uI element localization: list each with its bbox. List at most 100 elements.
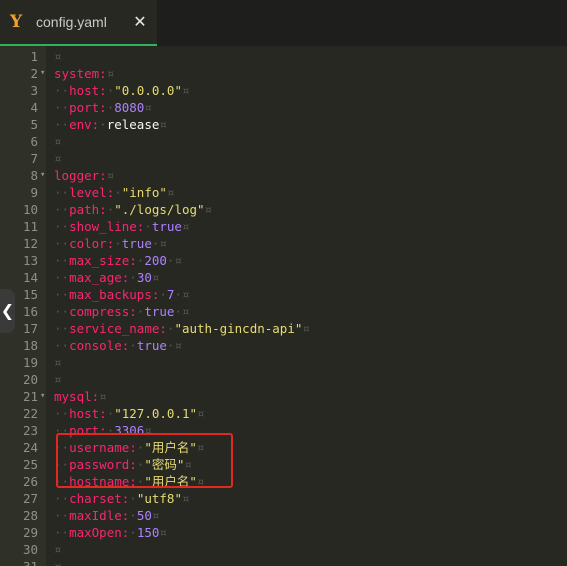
line-number: 11 — [22, 219, 38, 234]
code-token-ws: ·· — [54, 491, 70, 506]
code-line[interactable]: 30 ¤ — [0, 541, 567, 558]
line-end-marker: ¤ — [159, 236, 167, 251]
code-token-str: "127.0.0.1" — [114, 406, 198, 421]
line-end-marker: ¤ — [196, 474, 205, 489]
line-end-marker: ¤ — [54, 134, 62, 149]
code-line[interactable]: 3 ··host:·"0.0.0.0"¤ — [0, 82, 567, 99]
line-number: 25 — [22, 457, 38, 472]
code-token-ws: ·· — [54, 100, 70, 115]
code-line[interactable]: 19 ¤ — [0, 354, 567, 371]
code-line[interactable]: 12 ··color:·true·¤ — [0, 235, 567, 252]
code-token-str: "密码" — [144, 457, 185, 472]
code-line[interactable]: 7 ¤ — [0, 150, 567, 167]
line-number: 20 — [22, 372, 38, 387]
code-text: ··host:·"0.0.0.0"¤ — [54, 82, 190, 99]
code-line[interactable]: 25 ··password:·"密码"¤ — [0, 456, 567, 473]
code-token-ws: ·· — [54, 321, 70, 336]
code-token-key: username: — [69, 440, 137, 455]
code-line[interactable]: 27 ··charset:·"utf8"¤ — [0, 490, 567, 507]
code-line[interactable]: 5 ··env:·release¤ — [0, 116, 567, 133]
code-line[interactable]: 18 ··console:·true·¤ — [0, 337, 567, 354]
code-token-key: compress: — [69, 304, 137, 319]
collapse-panel-handle[interactable]: ❮ — [0, 289, 15, 333]
code-line[interactable]: 1 ¤ — [0, 48, 567, 65]
code-token-ws: ·· — [54, 270, 70, 285]
line-end-marker: ¤ — [181, 219, 190, 234]
line-number: 1 — [30, 49, 38, 64]
line-end-marker: ¤ — [181, 83, 190, 98]
line-end-marker: ¤ — [166, 185, 175, 200]
code-text: ··port:·3306¤ — [54, 422, 152, 439]
line-end-marker: ¤ — [144, 100, 152, 115]
line-end-marker: ¤ — [54, 542, 62, 557]
fold-toggle-icon[interactable]: ▾ — [40, 167, 48, 184]
code-text: ··hostname:·"用户名"¤ — [54, 473, 204, 490]
code-line[interactable]: 22 ··host:·"127.0.0.1"¤ — [0, 405, 567, 422]
close-icon[interactable]: ✕ — [132, 13, 148, 31]
code-line[interactable]: 26 ··hostname:·"用户名"¤ — [0, 473, 567, 490]
line-number: 31 — [0, 558, 38, 566]
code-token-key: maxOpen: — [69, 525, 130, 540]
code-text: ··maxOpen:·150¤ — [54, 524, 167, 541]
line-number: 6 — [30, 134, 38, 149]
code-line[interactable]: 4 ··port:·8080¤ — [0, 99, 567, 116]
line-number: 21 — [22, 389, 38, 404]
code-line[interactable]: 10 ··path:·"./logs/log"¤ — [0, 201, 567, 218]
code-token-key: port: — [69, 100, 107, 115]
code-editor[interactable]: 1 ¤ 2 ▾ system:¤ 3 ··host:·"0.0.0.0"¤ 4 ··port:·… — [0, 46, 567, 566]
fold-toggle-icon[interactable]: ▾ — [40, 388, 48, 405]
code-token-key: system: — [54, 66, 107, 81]
code-line[interactable]: 28 ··maxIdle:·50¤ — [0, 507, 567, 524]
code-text: ··max_backups:·7·¤ — [54, 286, 190, 303]
editor-window: Y config.yaml ✕ 1 ¤ 2 ▾ system:¤ 3 ··host:·"0.… — [0, 0, 567, 566]
tab-title: config.yaml — [36, 14, 107, 30]
line-end-marker: ¤ — [54, 49, 62, 64]
code-token-key: console: — [69, 338, 130, 353]
code-token-key: mysql: — [54, 389, 100, 404]
code-line[interactable]: 15 ··max_backups:·7·¤ — [0, 286, 567, 303]
code-line[interactable]: 29 ··maxOpen:·150¤ — [0, 524, 567, 541]
code-token-ws: · — [174, 304, 182, 319]
line-number: 7 — [30, 151, 38, 166]
code-token-key: env: — [69, 117, 100, 132]
code-line[interactable]: 6 ¤ — [0, 133, 567, 150]
code-text: ¤ — [54, 48, 62, 65]
code-token-ws: ·· — [54, 202, 70, 217]
code-line[interactable]: 13 ··max_size:·200·¤ — [0, 252, 567, 269]
line-number: 26 — [22, 474, 38, 489]
code-text: ··maxIdle:·50¤ — [54, 507, 159, 524]
code-line[interactable]: 21 ▾ mysql:¤ — [0, 388, 567, 405]
code-line[interactable]: 2 ▾ system:¤ — [0, 65, 567, 82]
code-token-key: charset: — [69, 491, 130, 506]
code-line[interactable]: 16 ··compress:·true·¤ — [0, 303, 567, 320]
line-number: 27 — [22, 491, 38, 506]
code-token-str: "用户名" — [144, 440, 197, 455]
code-line[interactable]: 14 ··max_age:·30¤ — [0, 269, 567, 286]
line-number: 18 — [22, 338, 38, 353]
code-token-str: "utf8" — [136, 491, 182, 506]
code-line[interactable]: 11 ··show_line:·true¤ — [0, 218, 567, 235]
fold-toggle-icon[interactable]: ▾ — [40, 65, 48, 82]
code-token-ws: ·· — [54, 236, 70, 251]
line-number: 8 — [30, 168, 38, 183]
code-token-str: "info" — [121, 185, 167, 200]
code-token-ws: · — [129, 491, 137, 506]
code-token-ws: ·· — [54, 253, 70, 268]
code-line[interactable]: 24 ··username:·"用户名"¤ — [0, 439, 567, 456]
code-text: mysql:¤ — [54, 388, 107, 405]
code-text: ··env:·release¤ — [54, 116, 167, 133]
code-text: ¤ — [54, 541, 62, 558]
code-line[interactable]: 8 ▾ logger:¤ — [0, 167, 567, 184]
code-text: ··path:·"./logs/log"¤ — [54, 201, 212, 218]
line-number: 3 — [30, 83, 38, 98]
code-text: ··host:·"127.0.0.1"¤ — [54, 405, 205, 422]
code-text: ··max_size:·200·¤ — [54, 252, 182, 269]
line-number: 22 — [22, 406, 38, 421]
code-line[interactable]: 23 ··port:·3306¤ — [0, 422, 567, 439]
code-line[interactable]: 31 ¤ — [0, 558, 567, 566]
line-end-marker: ¤ — [54, 355, 62, 370]
code-line[interactable]: 20 ¤ — [0, 371, 567, 388]
code-line[interactable]: 9 ··level:·"info"¤ — [0, 184, 567, 201]
code-line[interactable]: 17 ··service_name:·"auth-gincdn-api"¤ — [0, 320, 567, 337]
tab-config-yaml[interactable]: Y config.yaml ✕ — [0, 0, 157, 46]
